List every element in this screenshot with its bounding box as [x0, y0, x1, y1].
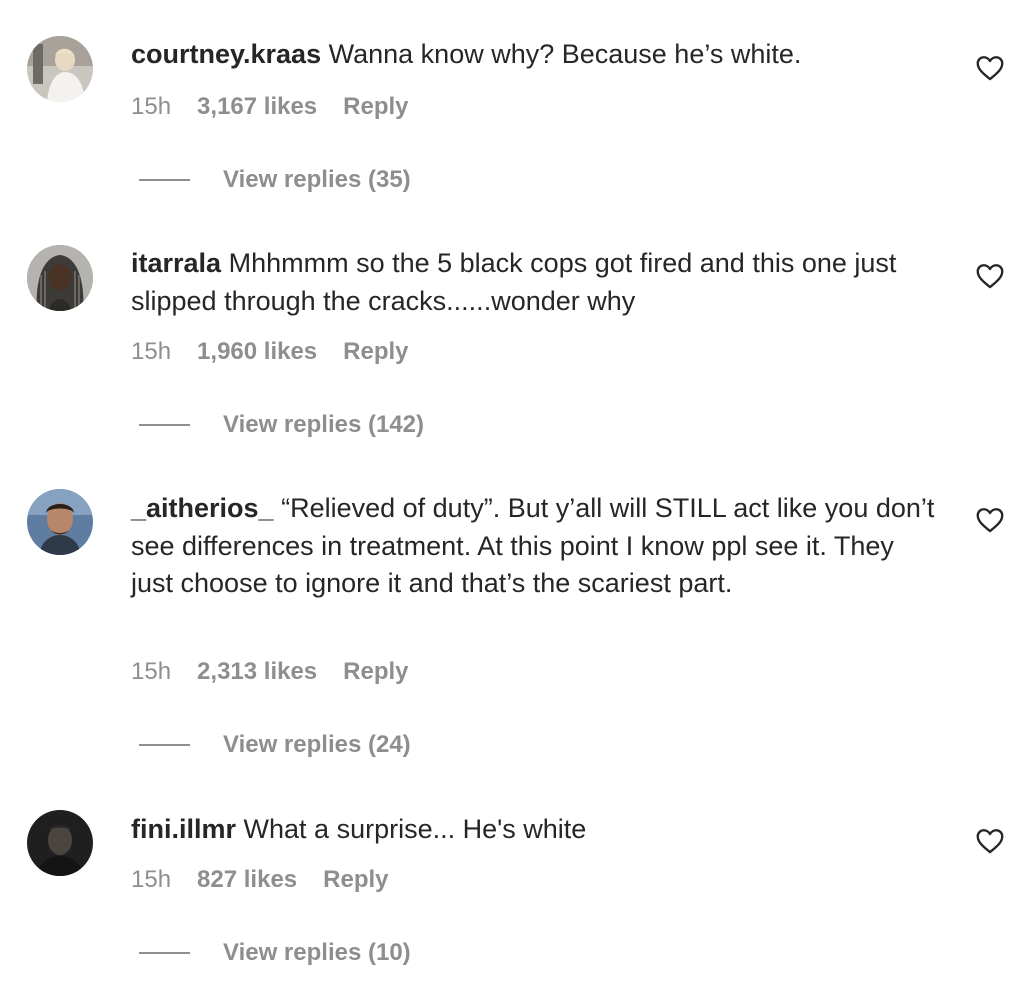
avatar[interactable] [27, 810, 93, 876]
avatar[interactable] [27, 245, 93, 311]
comment-body: courtney.kraas Wanna know why? Because h… [131, 36, 941, 74]
view-replies-button[interactable]: View replies (10) [139, 938, 411, 968]
comment-body: fini.illmr What a surprise... He's white [131, 811, 941, 849]
profile-photo [27, 245, 93, 311]
view-replies-label: View replies (10) [223, 939, 411, 966]
heart-outline-icon[interactable] [976, 507, 1004, 533]
heart-outline-icon[interactable] [976, 828, 1004, 854]
comment-body: itarrala Mhhmmm so the 5 black cops got … [131, 245, 941, 320]
likes-count[interactable]: 1,960 likes [197, 337, 317, 367]
avatar[interactable] [27, 489, 93, 555]
comment-time: 15h [131, 338, 172, 365]
likes-count[interactable]: 3,167 likes [197, 92, 317, 122]
reply-button[interactable]: Reply [343, 657, 408, 687]
likes-count[interactable]: 2,313 likes [197, 657, 317, 687]
profile-photo [27, 36, 93, 102]
avatar[interactable] [27, 36, 93, 102]
divider-line [139, 952, 190, 954]
view-replies-label: View replies (142) [223, 411, 424, 438]
profile-photo [27, 489, 93, 555]
comment-meta: 15h 2,313 likes Reply [131, 657, 409, 687]
heart-outline-icon[interactable] [976, 55, 1004, 81]
reply-button[interactable]: Reply [343, 337, 408, 367]
comment-time: 15h [131, 658, 172, 685]
comment-body: _aitherios_ “Relieved of duty”. But y’al… [131, 490, 941, 603]
comment-username[interactable]: _aitherios_ [131, 493, 274, 523]
divider-line [139, 744, 190, 746]
comment-meta: 15h 827 likes Reply [131, 865, 389, 895]
reply-button[interactable]: Reply [343, 92, 408, 122]
comment-meta: 15h 1,960 likes Reply [131, 337, 409, 367]
comment-text: Mhhmmm so the 5 black cops got fired and… [131, 248, 897, 316]
divider-line [139, 424, 190, 426]
heart-outline-icon[interactable] [976, 263, 1004, 289]
comment-meta: 15h 3,167 likes Reply [131, 92, 409, 122]
comment-text: Wanna know why? Because he’s white. [328, 39, 802, 69]
comment-time: 15h [131, 93, 172, 120]
view-replies-label: View replies (24) [223, 731, 411, 758]
comment-username[interactable]: itarrala [131, 248, 221, 278]
profile-photo [27, 810, 93, 876]
comment-username[interactable]: courtney.kraas [131, 39, 321, 69]
view-replies-label: View replies (35) [223, 166, 411, 193]
comment-text: What a surprise... He's white [243, 814, 587, 844]
view-replies-button[interactable]: View replies (24) [139, 730, 411, 760]
view-replies-button[interactable]: View replies (142) [139, 410, 424, 440]
comment-time: 15h [131, 866, 172, 893]
divider-line [139, 179, 190, 181]
comment-username[interactable]: fini.illmr [131, 814, 236, 844]
view-replies-button[interactable]: View replies (35) [139, 165, 411, 195]
reply-button[interactable]: Reply [323, 865, 388, 895]
likes-count[interactable]: 827 likes [197, 865, 297, 895]
